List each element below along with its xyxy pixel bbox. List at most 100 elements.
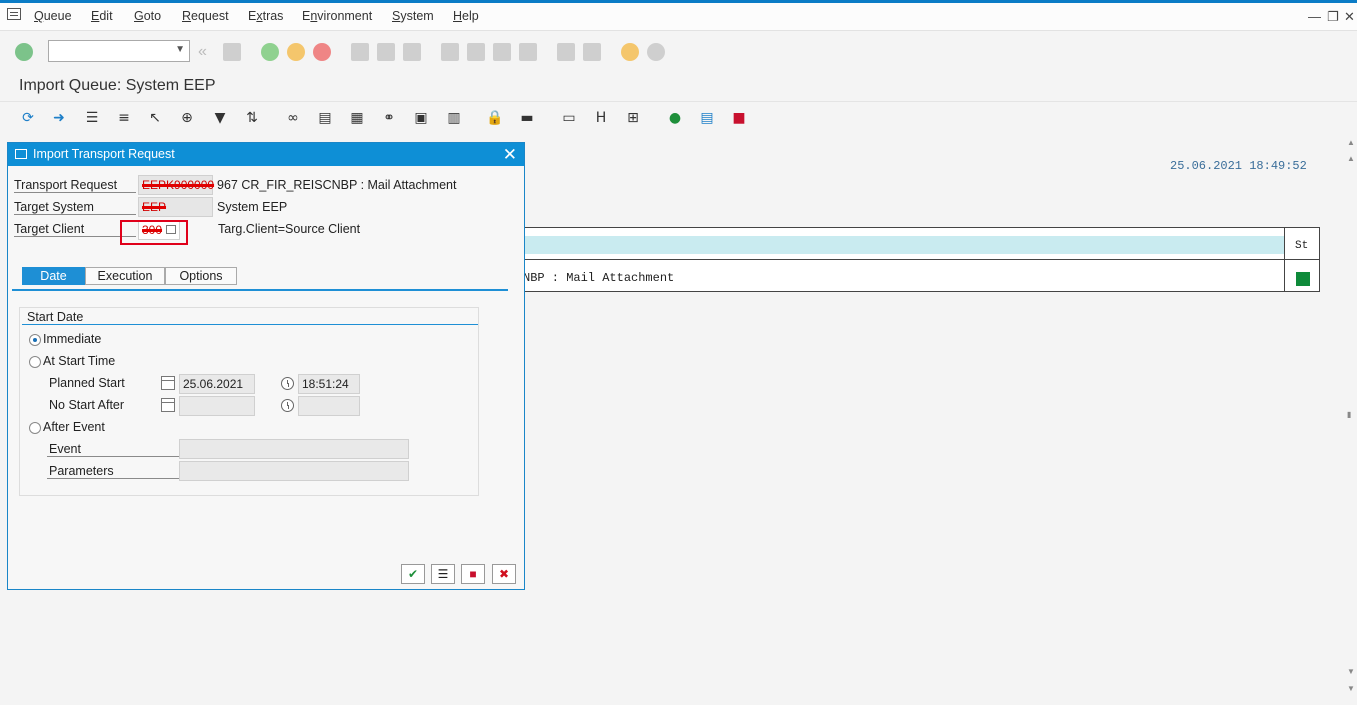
collapse-icon[interactable]: ☰ [83, 109, 101, 127]
row-divider [523, 259, 1319, 260]
shortcut-icon[interactable] [583, 43, 601, 61]
tree-icon[interactable]: ⚭ [380, 109, 398, 127]
first-page-icon[interactable] [441, 43, 459, 61]
transport-request-description: 967 CR_FIR_REISCNBP : Mail Attachment [217, 178, 457, 192]
minimize-icon[interactable]: — [1308, 9, 1321, 24]
menu-accelerator: Q [34, 9, 44, 23]
import-icon[interactable]: ➜ [50, 109, 68, 127]
expand-icon[interactable]: ≡ [115, 109, 133, 127]
last-page-icon[interactable] [519, 43, 537, 61]
truck-icon[interactable]: ▬ [518, 109, 536, 127]
command-field[interactable]: ▼ [48, 40, 190, 62]
table-row-text[interactable]: NBP : Mail Attachment [523, 271, 674, 285]
menu-extras[interactable]: Extras [248, 9, 283, 23]
menu-system[interactable]: System [392, 9, 434, 23]
clock-icon[interactable] [281, 377, 294, 390]
find-next-icon[interactable] [403, 43, 421, 61]
print-icon[interactable] [351, 43, 369, 61]
menu-queue[interactable]: Queue [34, 9, 72, 23]
target-system-value: EEP [142, 200, 167, 214]
calendar-icon[interactable] [161, 398, 175, 412]
dialog-icon [15, 149, 27, 159]
cancel-button[interactable]: ✖ [492, 564, 516, 584]
parameters-label: Parameters [47, 464, 180, 479]
user-icon[interactable]: ● [666, 109, 684, 127]
planned-start-time-field[interactable]: 18:51:24 [298, 374, 360, 394]
after-event-radio[interactable] [29, 422, 41, 434]
calendar-icon[interactable] [161, 376, 175, 390]
application-toolbar: ⟳ ➜ ☰ ≡ ↖ ⊕ ▼ ⇅ ∞ ▤ ▦ ⚭ ▣ ▥ 🔒 ▬ ▭ H ⊞ ● … [0, 102, 1357, 134]
planned-start-date-field[interactable]: 25.06.2021 [179, 374, 255, 394]
tab-date[interactable]: Date [22, 267, 85, 285]
target-client-label: Target Client [14, 222, 136, 237]
help-icon[interactable] [621, 43, 639, 61]
at-start-time-radio[interactable] [29, 356, 41, 368]
tab-execution[interactable]: Execution [85, 267, 165, 285]
cancel-icon[interactable] [313, 43, 331, 61]
column-divider [1284, 228, 1285, 292]
sort-icon[interactable]: ⇅ [243, 109, 261, 127]
menu-help[interactable]: Help [453, 9, 479, 23]
previous-page-icon[interactable] [467, 43, 485, 61]
expert-mode-button[interactable]: ☰ [431, 564, 455, 584]
system-menu-icon[interactable] [7, 8, 21, 20]
monitor-icon[interactable]: ▭ [560, 109, 578, 127]
log-icon[interactable]: ▣ [412, 109, 430, 127]
save-icon[interactable] [223, 43, 241, 61]
menu-request[interactable]: Request [182, 9, 229, 23]
scroll-down-icon[interactable]: ▼ [1347, 667, 1355, 676]
filter-icon[interactable]: ▼ [211, 109, 229, 127]
tab-options[interactable]: Options [165, 267, 237, 285]
find-icon[interactable] [377, 43, 395, 61]
help-button[interactable]: ■ [461, 564, 485, 584]
enter-icon[interactable] [15, 43, 33, 61]
refresh-icon[interactable]: ⟳ [19, 109, 37, 127]
vertical-scrollbar[interactable]: ▲ ▲ ▮ ▼ ▼ [1345, 134, 1357, 705]
scroll-thumb-icon[interactable]: ▮ [1347, 410, 1351, 419]
restore-icon[interactable]: ❐ [1327, 9, 1339, 25]
scroll-down-icon[interactable]: ▼ [1347, 684, 1355, 693]
menu-accelerator: R [182, 9, 192, 23]
parameters-field[interactable] [179, 461, 409, 481]
no-start-after-time-field[interactable] [298, 396, 360, 416]
immediate-radio[interactable] [29, 334, 41, 346]
event-field[interactable] [179, 439, 409, 459]
globe-icon[interactable]: ⊞ [624, 109, 642, 127]
layout-icon[interactable]: ▦ [348, 109, 366, 127]
back-green-icon[interactable] [261, 43, 279, 61]
overview-icon[interactable]: ▤ [698, 109, 716, 127]
scroll-up-icon[interactable]: ▲ [1347, 138, 1355, 147]
display-icon[interactable]: ∞ [284, 109, 302, 127]
menu-environment[interactable]: Environment [302, 9, 372, 23]
select-icon[interactable]: ↖ [146, 109, 164, 127]
continue-button[interactable]: ✔ [401, 564, 425, 584]
history-icon[interactable]: H [592, 109, 610, 127]
menu-accelerator: S [392, 9, 401, 23]
menu-bar: Queue Edit Goto Request Extras Environme… [0, 0, 1357, 31]
zoom-icon[interactable]: ⊕ [178, 109, 196, 127]
no-start-after-date-field[interactable] [179, 396, 255, 416]
document-icon[interactable]: ▥ [445, 109, 463, 127]
new-session-icon[interactable] [557, 43, 575, 61]
settings-gear-icon[interactable] [647, 43, 665, 61]
next-page-icon[interactable] [493, 43, 511, 61]
after-event-label: After Event [43, 420, 105, 434]
transport-request-field[interactable]: EEPK900000 [138, 175, 214, 195]
help-book-icon[interactable]: ■ [730, 109, 748, 127]
start-date-group: Start Date Immediate At Start Time Plann… [19, 307, 479, 496]
chevron-down-icon[interactable]: ▼ [175, 44, 185, 55]
lock-icon[interactable]: 🔒 [486, 109, 504, 127]
close-window-icon[interactable]: ✕ [1344, 9, 1355, 25]
group-divider [22, 324, 478, 325]
back-icon[interactable]: « [198, 43, 216, 61]
menu-edit[interactable]: Edit [91, 9, 113, 23]
scroll-up-icon[interactable]: ▲ [1347, 154, 1355, 163]
dialog-close-icon[interactable]: ✕ [503, 145, 517, 165]
list-icon[interactable]: ▤ [316, 109, 334, 127]
start-date-title: Start Date [27, 310, 84, 324]
exit-icon[interactable] [287, 43, 305, 61]
menu-accelerator: n [310, 9, 318, 23]
menu-goto[interactable]: Goto [134, 9, 161, 23]
clock-icon[interactable] [281, 399, 294, 412]
target-system-field[interactable]: EEP [138, 197, 213, 217]
